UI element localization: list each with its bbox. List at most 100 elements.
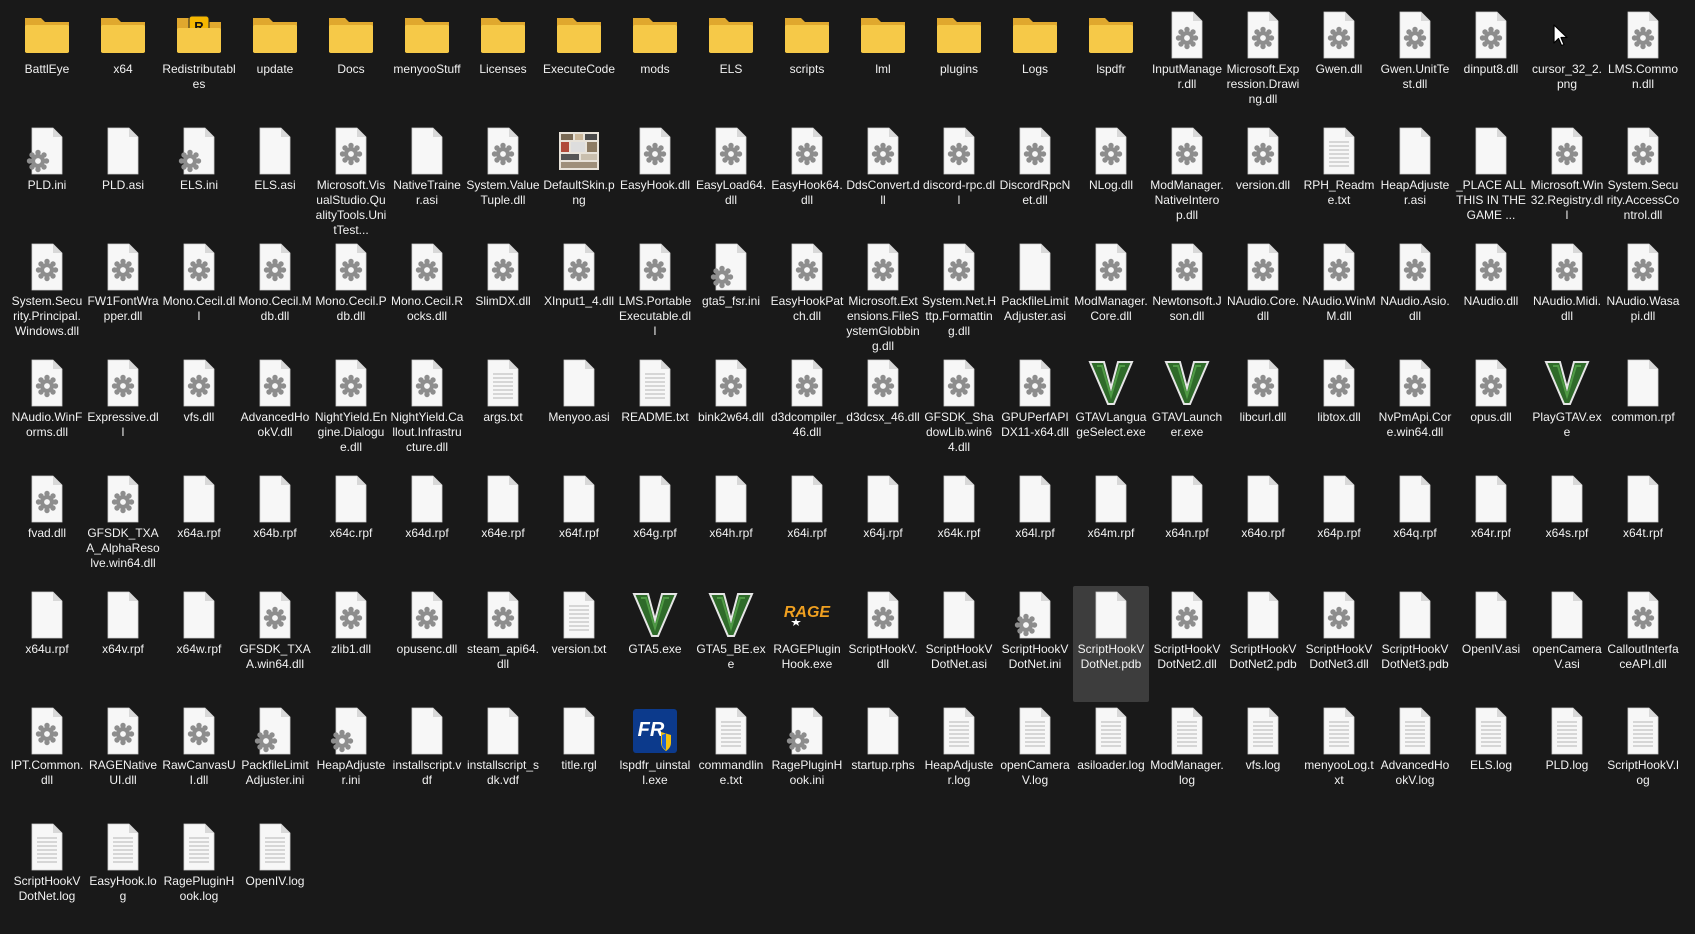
file-item[interactable]: README.txt xyxy=(617,354,693,470)
file-item[interactable]: RagePluginHook.ini xyxy=(769,702,845,818)
file-item[interactable]: update xyxy=(237,6,313,122)
file-item[interactable]: GFSDK_ShadowLib.win64.dll xyxy=(921,354,997,470)
file-item[interactable]: x64t.rpf xyxy=(1605,470,1681,586)
file-item[interactable]: GFSDK_TXAA_AlphaResolve.win64.dll xyxy=(85,470,161,586)
file-item[interactable]: ELS.ini xyxy=(161,122,237,238)
file-item[interactable]: NvPmApi.Core.win64.dll xyxy=(1377,354,1453,470)
file-item[interactable]: x64v.rpf xyxy=(85,586,161,702)
file-item[interactable]: x64o.rpf xyxy=(1225,470,1301,586)
file-item[interactable]: opusenc.dll xyxy=(389,586,465,702)
file-item[interactable]: ModManager.NativeInterop.dll xyxy=(1149,122,1225,238)
file-item[interactable]: ScriptHookVDotNet2.pdb xyxy=(1225,586,1301,702)
file-item[interactable]: x64r.rpf xyxy=(1453,470,1529,586)
file-item[interactable]: x64a.rpf xyxy=(161,470,237,586)
file-item[interactable]: ExecuteCode xyxy=(541,6,617,122)
file-item[interactable]: steam_api64.dll xyxy=(465,586,541,702)
file-item[interactable]: FW1FontWrapper.dll xyxy=(85,238,161,354)
file-item[interactable]: RAGE RAGEPluginHook.exe xyxy=(769,586,845,702)
file-item[interactable]: NLog.dll xyxy=(1073,122,1149,238)
file-item[interactable]: OpenIV.log xyxy=(237,818,313,934)
file-item[interactable]: mods xyxy=(617,6,693,122)
file-item[interactable]: RawCanvasUI.dll xyxy=(161,702,237,818)
file-item[interactable]: PLD.ini xyxy=(9,122,85,238)
file-item[interactable]: NAudio.dll xyxy=(1453,238,1529,354)
file-item[interactable]: DiscordRpcNet.dll xyxy=(997,122,1073,238)
file-item[interactable]: x64c.rpf xyxy=(313,470,389,586)
file-item[interactable]: GPUPerfAPIDX11-x64.dll xyxy=(997,354,1073,470)
file-item[interactable]: ELS.asi xyxy=(237,122,313,238)
file-item[interactable]: ModManager.log xyxy=(1149,702,1225,818)
file-item[interactable]: PackfileLimitAdjuster.ini xyxy=(237,702,313,818)
file-item[interactable]: NAudio.Asio.dll xyxy=(1377,238,1453,354)
file-item[interactable]: args.txt xyxy=(465,354,541,470)
file-item[interactable]: gta5_fsr.ini xyxy=(693,238,769,354)
file-item[interactable]: NativeTrainer.asi xyxy=(389,122,465,238)
file-item[interactable]: Mono.Cecil.Mdb.dll xyxy=(237,238,313,354)
file-item[interactable]: IPT.Common.dll xyxy=(9,702,85,818)
file-item[interactable]: bink2w64.dll xyxy=(693,354,769,470)
file-item[interactable]: EasyHookPatch.dll xyxy=(769,238,845,354)
file-item[interactable]: NAudio.WinMM.dll xyxy=(1301,238,1377,354)
file-item[interactable]: dinput8.dll xyxy=(1453,6,1529,122)
file-item[interactable]: openCameraV.log xyxy=(997,702,1073,818)
file-item[interactable]: GTA5.exe xyxy=(617,586,693,702)
file-item[interactable]: ScriptHookVDotNet.ini xyxy=(997,586,1073,702)
file-item[interactable]: x64f.rpf xyxy=(541,470,617,586)
file-item[interactable]: LMS.PortableExecutable.dll xyxy=(617,238,693,354)
file-item[interactable]: Microsoft.Extensions.FileSystemGlobbing.… xyxy=(845,238,921,354)
file-item[interactable]: NAudio.Wasapi.dll xyxy=(1605,238,1681,354)
file-item[interactable]: vfs.dll xyxy=(161,354,237,470)
file-item[interactable]: version.dll xyxy=(1225,122,1301,238)
file-item[interactable]: ScriptHookVDotNet2.dll xyxy=(1149,586,1225,702)
file-item[interactable]: System.ValueTuple.dll xyxy=(465,122,541,238)
file-item[interactable]: ELS xyxy=(693,6,769,122)
file-item[interactable]: Menyoo.asi xyxy=(541,354,617,470)
file-item[interactable]: ScriptHookV.log xyxy=(1605,702,1681,818)
file-item[interactable]: x64i.rpf xyxy=(769,470,845,586)
file-item[interactable]: GTAVLauncher.exe xyxy=(1149,354,1225,470)
file-item[interactable]: Docs xyxy=(313,6,389,122)
file-item[interactable]: PlayGTAV.exe xyxy=(1529,354,1605,470)
file-item[interactable]: x64 xyxy=(85,6,161,122)
file-item[interactable]: startup.rphs xyxy=(845,702,921,818)
file-item[interactable]: R Redistributables xyxy=(161,6,237,122)
file-item[interactable]: HeapAdjuster.ini xyxy=(313,702,389,818)
file-item[interactable]: title.rgl xyxy=(541,702,617,818)
file-item[interactable]: Gwen.UnitTest.dll xyxy=(1377,6,1453,122)
file-item[interactable]: d3dcompiler_46.dll xyxy=(769,354,845,470)
file-item[interactable]: OpenIV.asi xyxy=(1453,586,1529,702)
file-item[interactable]: x64u.rpf xyxy=(9,586,85,702)
file-item[interactable]: RagePluginHook.log xyxy=(161,818,237,934)
file-item[interactable]: asiloader.log xyxy=(1073,702,1149,818)
file-item[interactable]: CalloutInterfaceAPI.dll xyxy=(1605,586,1681,702)
file-item[interactable]: NightYield.Engine.Dialogue.dll xyxy=(313,354,389,470)
file-item[interactable]: Mono.Cecil.Rocks.dll xyxy=(389,238,465,354)
file-item[interactable]: Gwen.dll xyxy=(1301,6,1377,122)
file-item[interactable]: ScriptHookVDotNet3.dll xyxy=(1301,586,1377,702)
file-item[interactable]: SlimDX.dll xyxy=(465,238,541,354)
file-item[interactable]: opus.dll xyxy=(1453,354,1529,470)
file-item[interactable]: EasyLoad64.dll xyxy=(693,122,769,238)
file-item[interactable]: _PLACE ALL THIS IN THE GAME ... xyxy=(1453,122,1529,238)
file-item[interactable]: HeapAdjuster.asi xyxy=(1377,122,1453,238)
file-item[interactable]: common.rpf xyxy=(1605,354,1681,470)
file-item[interactable]: openCameraV.asi xyxy=(1529,586,1605,702)
file-item[interactable]: x64j.rpf xyxy=(845,470,921,586)
file-item[interactable]: x64e.rpf xyxy=(465,470,541,586)
file-item[interactable]: NAudio.WinForms.dll xyxy=(9,354,85,470)
file-item[interactable]: ScriptHookVDotNet.log xyxy=(9,818,85,934)
file-item[interactable]: DefaultSkin.png xyxy=(541,122,617,238)
file-item[interactable]: Expressive.dll xyxy=(85,354,161,470)
file-item[interactable]: x64g.rpf xyxy=(617,470,693,586)
file-item[interactable]: Microsoft.Expression.Drawing.dll xyxy=(1225,6,1301,122)
file-item[interactable]: Newtonsoft.Json.dll xyxy=(1149,238,1225,354)
file-item[interactable]: Microsoft.VisualStudio.QualityTools.Unit… xyxy=(313,122,389,238)
file-item[interactable]: InputManager.dll xyxy=(1149,6,1225,122)
file-item[interactable]: menyooLog.txt xyxy=(1301,702,1377,818)
file-item[interactable]: x64n.rpf xyxy=(1149,470,1225,586)
file-item[interactable]: libtox.dll xyxy=(1301,354,1377,470)
file-item[interactable]: x64h.rpf xyxy=(693,470,769,586)
file-item[interactable]: GFSDK_TXAA.win64.dll xyxy=(237,586,313,702)
file-item[interactable]: NightYield.Callout.Infrastructure.dll xyxy=(389,354,465,470)
file-item[interactable]: menyooStuff xyxy=(389,6,465,122)
